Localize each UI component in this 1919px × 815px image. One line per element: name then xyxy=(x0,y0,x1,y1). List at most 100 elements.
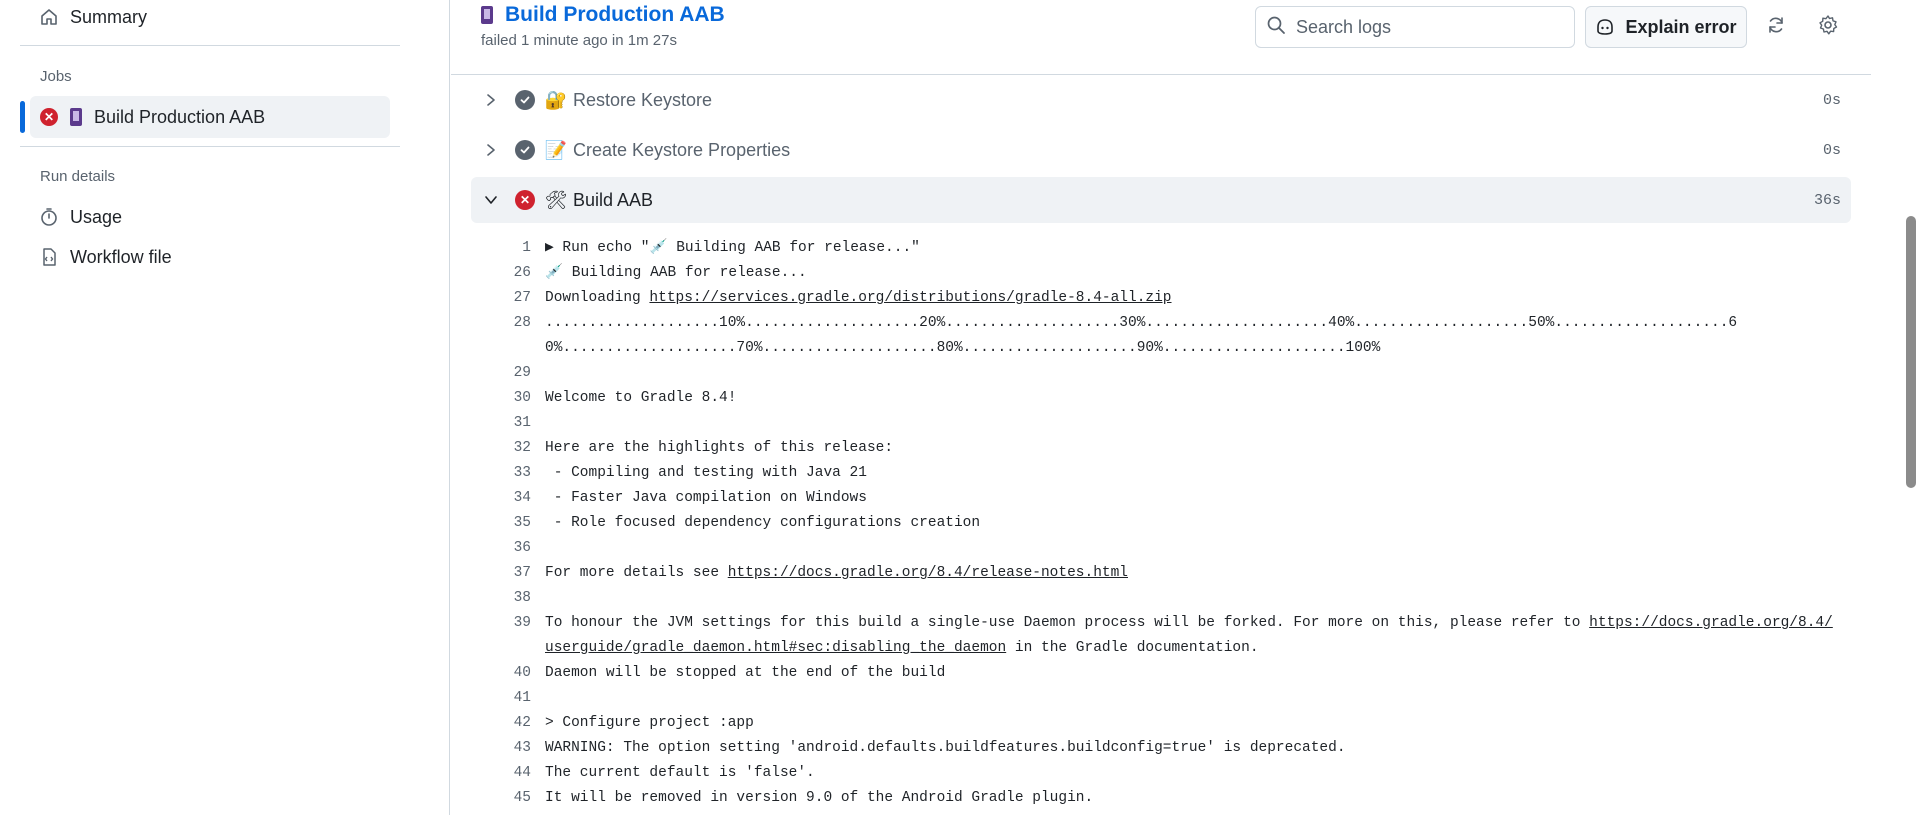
line-number[interactable]: 37 xyxy=(471,561,531,586)
line-number[interactable]: 38 xyxy=(471,586,531,611)
step-row-create-keystore-properties[interactable]: 📝 Create Keystore Properties 0s xyxy=(471,127,1851,173)
log-line[interactable]: 32 Here are the highlights of this releas… xyxy=(471,436,1851,461)
line-number[interactable]: 28 xyxy=(471,311,531,361)
line-number[interactable]: 36 xyxy=(471,536,531,561)
refresh-button[interactable] xyxy=(1759,10,1793,44)
log-line[interactable]: 36 xyxy=(471,536,1851,561)
chevron-right-icon xyxy=(481,143,501,157)
explain-error-button[interactable]: Explain error xyxy=(1585,6,1747,48)
line-number[interactable]: 33 xyxy=(471,461,531,486)
copilot-icon xyxy=(1595,17,1615,37)
sidebar-item-usage[interactable]: Usage xyxy=(30,198,390,236)
log-line[interactable]: 27 Downloading https://services.gradle.or… xyxy=(471,286,1851,311)
line-number[interactable]: 27 xyxy=(471,286,531,311)
vertical-scrollbar[interactable] xyxy=(1903,0,1919,815)
log-text: For more details see https://docs.gradle… xyxy=(531,561,1841,586)
log-line[interactable]: 38 xyxy=(471,586,1851,611)
log-text: To honour the JVM settings for this buil… xyxy=(531,611,1841,661)
log-output: 1 ▶ Run echo "💉 Building AAB for release.… xyxy=(471,236,1851,811)
sidebar-item-label: Usage xyxy=(70,206,123,227)
phone-icon xyxy=(70,108,82,126)
settings-button[interactable] xyxy=(1811,10,1845,44)
log-line[interactable]: 30 Welcome to Gradle 8.4! xyxy=(471,386,1851,411)
main-panel: Build Production AAB failed 1 minute ago… xyxy=(451,0,1871,815)
line-number[interactable]: 30 xyxy=(471,386,531,411)
stopwatch-icon xyxy=(38,206,60,228)
phone-icon xyxy=(481,6,493,24)
check-circle-icon xyxy=(515,90,535,110)
log-text: > Configure project :app xyxy=(545,715,754,731)
step-duration: 0s xyxy=(1822,91,1841,109)
log-text: ▶ Run echo "💉 Building AAB for release..… xyxy=(545,240,920,256)
step-name: Restore Keystore xyxy=(573,89,713,110)
log-line[interactable]: 35 - Role focused dependency configurati… xyxy=(471,511,1851,536)
log-line[interactable]: 39 To honour the JVM settings for this bu… xyxy=(471,611,1851,661)
job-title[interactable]: Build Production AAB xyxy=(481,3,725,27)
log-text: - Compiling and testing with Java 21 xyxy=(545,465,867,481)
search-logs-input[interactable] xyxy=(1296,16,1556,38)
sidebar-item-label: Build Production AAB xyxy=(94,106,266,127)
chevron-down-icon xyxy=(481,194,501,206)
jobs-heading: Jobs xyxy=(40,68,72,85)
sidebar-item-job[interactable]: ✕ Build Production AAB xyxy=(30,96,390,138)
line-number[interactable]: 31 xyxy=(471,411,531,436)
log-line[interactable]: 33 - Compiling and testing with Java 21 xyxy=(471,461,1851,486)
log-line[interactable]: 42 > Configure project :app xyxy=(471,711,1851,736)
log-link[interactable]: https://docs.gradle.org/8.4/release-note… xyxy=(728,565,1128,581)
line-number[interactable]: 39 xyxy=(471,611,531,661)
x-circle-icon: ✕ xyxy=(515,190,535,210)
log-line[interactable]: 28 ....................10%...............… xyxy=(471,311,1851,361)
log-line[interactable]: 34 - Faster Java compilation on Windows xyxy=(471,486,1851,511)
job-status-text: failed 1 minute ago in 1m 27s xyxy=(481,32,677,49)
line-number[interactable]: 42 xyxy=(471,711,531,736)
search-logs-field[interactable] xyxy=(1255,6,1575,48)
line-number[interactable]: 29 xyxy=(471,361,531,386)
scrollbar-thumb[interactable] xyxy=(1906,216,1916,488)
divider xyxy=(20,146,400,147)
log-line[interactable]: 37 For more details see https://docs.grad… xyxy=(471,561,1851,586)
sidebar-item-label: Summary xyxy=(70,6,148,27)
log-text: Welcome to Gradle 8.4! xyxy=(545,390,737,406)
line-number[interactable]: 1 xyxy=(471,236,531,261)
log-text: - Role focused dependency configurations… xyxy=(545,515,981,531)
sidebar-item-workflow-file[interactable]: Workflow file xyxy=(30,238,390,276)
log-text: Here are the highlights of this release: xyxy=(545,440,894,456)
line-number[interactable]: 32 xyxy=(471,436,531,461)
chevron-right-icon xyxy=(481,93,501,107)
log-link[interactable]: https://services.gradle.org/distribution… xyxy=(649,290,1171,306)
log-line[interactable]: 41 xyxy=(471,686,1851,711)
log-line[interactable]: 29 xyxy=(471,361,1851,386)
line-number[interactable]: 26 xyxy=(471,261,531,286)
lock-key-icon: 🔐 xyxy=(544,89,568,110)
log-line[interactable]: 45 It will be removed in version 9.0 of t… xyxy=(471,786,1851,811)
line-number[interactable]: 41 xyxy=(471,686,531,711)
refresh-icon xyxy=(1766,15,1786,40)
log-line[interactable]: 1 ▶ Run echo "💉 Building AAB for release.… xyxy=(471,236,1851,261)
log-line[interactable]: 40 Daemon will be stopped at the end of t… xyxy=(471,661,1851,686)
divider xyxy=(20,45,400,46)
log-line[interactable]: 26 💉 Building AAB for release... xyxy=(471,261,1851,286)
step-row-build-aab[interactable]: ✕ 🛠 Build AAB 36s xyxy=(471,177,1851,223)
line-number[interactable]: 44 xyxy=(471,761,531,786)
sidebar: Summary Jobs ✕ Build Production AAB Run … xyxy=(0,0,450,815)
line-number[interactable]: 43 xyxy=(471,736,531,761)
sidebar-item-summary[interactable]: Summary xyxy=(30,0,390,36)
line-number[interactable]: 34 xyxy=(471,486,531,511)
job-title-text: Build Production AAB xyxy=(505,3,725,26)
memo-icon: 📝 xyxy=(544,139,568,160)
log-line[interactable]: 44 The current default is 'false'. xyxy=(471,761,1851,786)
line-number[interactable]: 45 xyxy=(471,786,531,811)
log-text: ....................10%.................… xyxy=(545,315,1738,356)
line-number[interactable]: 35 xyxy=(471,511,531,536)
step-row-restore-keystore[interactable]: 🔐 Restore Keystore 0s xyxy=(471,77,1851,123)
log-text-prefix: For more details see xyxy=(545,565,728,581)
log-text: WARNING: The option setting 'android.def… xyxy=(545,740,1346,756)
line-number[interactable]: 40 xyxy=(471,661,531,686)
log-line[interactable]: 43 WARNING: The option setting 'android.d… xyxy=(471,736,1851,761)
log-line[interactable]: 31 xyxy=(471,411,1851,436)
